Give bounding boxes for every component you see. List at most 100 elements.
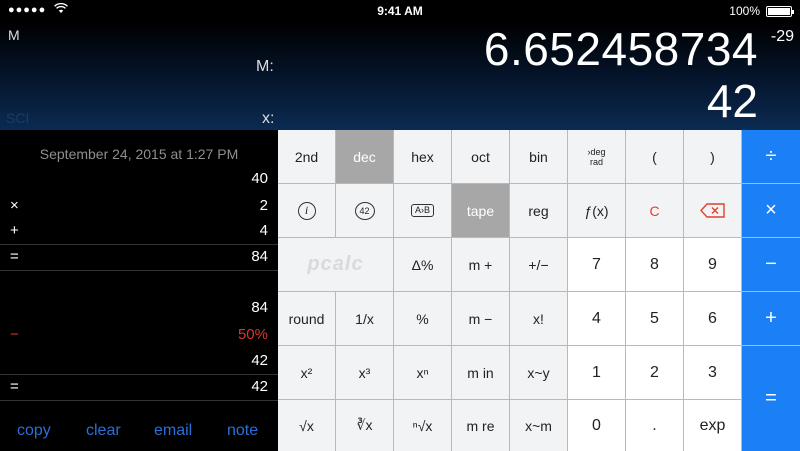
memory-minus-key[interactable]: m − <box>452 292 509 345</box>
pcalc-logo-text: pcalc <box>307 253 364 275</box>
deg-rad-toggle-key[interactable]: ›deg rad <box>568 130 625 183</box>
digit-4-key[interactable]: 4 <box>568 292 625 345</box>
register-key[interactable]: reg <box>510 184 567 237</box>
tape-date: September 24, 2015 at 1:27 PM <box>39 146 239 162</box>
equals-key[interactable]: = <box>742 346 800 451</box>
clear-tape-button[interactable]: clear <box>86 422 121 440</box>
multiply-key[interactable]: × <box>742 184 800 237</box>
tape-divider <box>0 374 278 375</box>
digit-8-key[interactable]: 8 <box>626 238 683 291</box>
hex-mode-key[interactable]: hex <box>394 130 451 183</box>
swap-x-m-key[interactable]: x~m <box>510 400 567 451</box>
tape-operator: + <box>10 222 19 239</box>
digit-7-key[interactable]: 7 <box>568 238 625 291</box>
plus-minus-key[interactable]: +/− <box>510 238 567 291</box>
square-key[interactable]: x² <box>278 346 335 399</box>
factorial-key[interactable]: x! <box>510 292 567 345</box>
digit-6-key[interactable]: 6 <box>684 292 741 345</box>
status-bar: ●●●●● 9:41 AM 100% <box>0 0 800 22</box>
conversions-icon: A›B <box>410 204 434 217</box>
nth-root-key[interactable]: ⁿ√x <box>394 400 451 451</box>
info-icon: i <box>297 201 316 220</box>
tape-value: 4 <box>259 222 268 239</box>
digit-0-key[interactable]: 0 <box>568 400 625 451</box>
tape-divider <box>0 270 278 271</box>
second-function-key[interactable]: 2nd <box>278 130 335 183</box>
power-key[interactable]: xⁿ <box>394 346 451 399</box>
right-paren-key[interactable]: ) <box>684 130 741 183</box>
round-key[interactable]: round <box>278 292 335 345</box>
square-root-key[interactable]: √x <box>278 400 335 451</box>
x-register-value[interactable]: 42 <box>707 74 758 128</box>
digit-5-key[interactable]: 5 <box>626 292 683 345</box>
memory-label: M: <box>256 58 274 75</box>
oct-mode-key[interactable]: oct <box>452 130 509 183</box>
email-button[interactable]: email <box>154 422 192 440</box>
info-key[interactable]: i <box>278 184 335 237</box>
rad-label: rad <box>589 156 603 167</box>
memory-value: 6.652458734 <box>483 23 758 75</box>
decimal-point-key[interactable]: . <box>626 400 683 451</box>
tape-operator: × <box>10 197 19 214</box>
sci-mode-indicator: SCI <box>6 110 30 126</box>
tape-value: 40 <box>251 170 268 187</box>
divide-key[interactable]: ÷ <box>742 130 800 183</box>
tape-value: 42 <box>251 378 268 395</box>
copy-button[interactable]: copy <box>17 422 51 440</box>
tape-operator: = <box>10 378 19 395</box>
tape-divider <box>0 244 278 245</box>
memory-exponent: -29 <box>770 28 794 45</box>
tape-line: 84 <box>0 299 278 321</box>
tape-value: 42 <box>251 352 268 369</box>
tape-line: 40 <box>0 170 278 192</box>
note-button[interactable]: note <box>227 422 258 440</box>
battery-percent: 100% <box>729 4 760 18</box>
digit-2-key[interactable]: 2 <box>626 346 683 399</box>
tape-value: 84 <box>251 248 268 265</box>
x-register-label: x: <box>262 110 275 127</box>
tape-line: × 2 <box>0 197 278 219</box>
reciprocal-key[interactable]: 1/x <box>336 292 393 345</box>
keypad: 2nd dec hex oct bin ›deg rad ( ) ÷ i 42 A… <box>278 130 800 451</box>
deg-label: ›deg <box>587 146 606 157</box>
left-paren-key[interactable]: ( <box>626 130 683 183</box>
conversions-key[interactable]: A›B <box>394 184 451 237</box>
status-time: 9:41 AM <box>377 4 423 18</box>
tape-panel: September 24, 2015 at 1:27 PM 40 × 2 + 4… <box>0 130 278 451</box>
constants-key[interactable]: 42 <box>336 184 393 237</box>
functions-key[interactable]: ƒ(x) <box>568 184 625 237</box>
battery-icon <box>766 6 794 17</box>
backspace-key[interactable] <box>684 184 741 237</box>
dec-mode-key[interactable]: dec <box>336 130 393 183</box>
tape-value: 2 <box>259 197 268 214</box>
clear-key[interactable]: C <box>626 184 683 237</box>
memory-recall-key[interactable]: m re <box>452 400 509 451</box>
digit-3-key[interactable]: 3 <box>684 346 741 399</box>
plus-key[interactable]: + <box>742 292 800 345</box>
cube-key[interactable]: x³ <box>336 346 393 399</box>
tape-operator: − <box>10 326 19 343</box>
tape-line: 42 <box>0 352 278 374</box>
tape-toggle-key[interactable]: tape <box>452 184 509 237</box>
percent-key[interactable]: % <box>394 292 451 345</box>
tape-line: = 42 <box>0 378 278 400</box>
tape-line: = 84 <box>0 248 278 270</box>
digit-9-key[interactable]: 9 <box>684 238 741 291</box>
memory-indicator: M <box>8 27 20 43</box>
delta-percent-key[interactable]: Δ% <box>394 238 451 291</box>
tape-divider <box>0 400 278 401</box>
cube-root-key[interactable]: ∛x <box>336 400 393 451</box>
minus-key[interactable]: − <box>742 238 800 291</box>
memory-plus-key[interactable]: m + <box>452 238 509 291</box>
tape-value: 50% <box>237 326 268 343</box>
tape-actions: copy clear email note <box>0 420 278 446</box>
tape-operator: = <box>10 248 19 265</box>
tape-line: + 4 <box>0 222 278 244</box>
exponent-key[interactable]: exp <box>684 400 741 451</box>
digit-1-key[interactable]: 1 <box>568 346 625 399</box>
tape-line: − 50% <box>0 326 278 348</box>
bin-mode-key[interactable]: bin <box>510 130 567 183</box>
memory-in-key[interactable]: m in <box>452 346 509 399</box>
pcalc-logo: pcalc <box>278 238 393 291</box>
swap-x-y-key[interactable]: x~y <box>510 346 567 399</box>
